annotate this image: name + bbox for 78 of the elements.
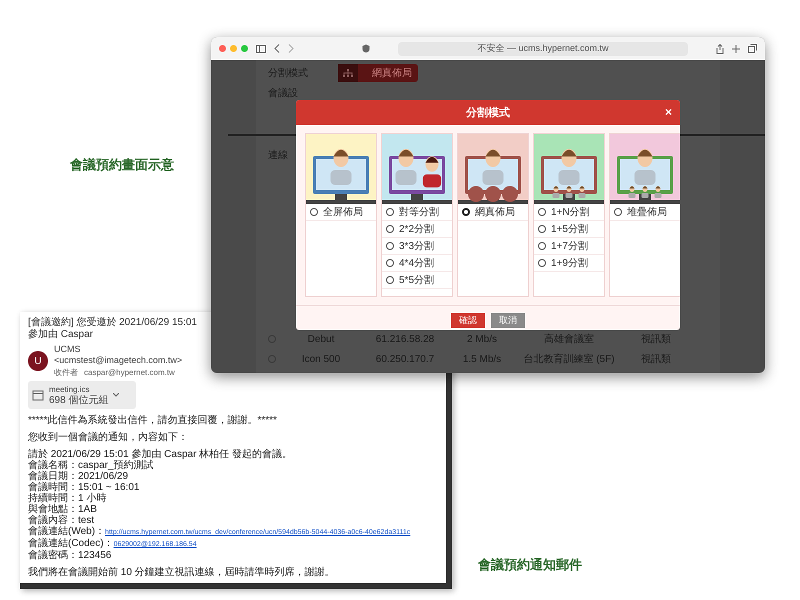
share-icon[interactable] (716, 44, 724, 54)
email-line: 您收到一個會議的通知，內容如下： (28, 432, 189, 443)
layout-option[interactable]: 5*5分割 (382, 272, 452, 289)
video-call-drawing (534, 134, 604, 204)
radio-button[interactable] (538, 259, 546, 267)
email-line: 會議密碼：123456 (28, 550, 112, 561)
layout-option[interactable]: 4*4分割 (382, 255, 452, 272)
radio-button[interactable] (614, 208, 622, 216)
radio-button[interactable] (386, 259, 394, 267)
video-call-drawing (458, 134, 528, 204)
option-label: 3*3分割 (399, 240, 434, 253)
option-label: 1+N分割 (551, 206, 590, 219)
option-label: 對等分割 (399, 206, 439, 219)
radio-button[interactable] (538, 225, 546, 233)
email-line: 會議日期：2021/06/29 (28, 471, 130, 482)
email-line: 持續時間：1 小時 (28, 493, 108, 504)
option-label: 1+7分割 (551, 240, 588, 253)
radio-button[interactable] (386, 225, 394, 233)
option-label: 網真佈局 (475, 206, 515, 219)
layout-option[interactable]: 網真佈局 (458, 204, 528, 221)
option-label: 全屏佈局 (323, 206, 363, 219)
email-line: 會議連結(Codec)： (28, 538, 114, 549)
dialog-title: 分割模式 (466, 106, 510, 120)
layout-option[interactable]: 1+N分割 (534, 204, 604, 221)
recipient-address: caspar@hypernet.com.tw (84, 367, 175, 378)
layout-option[interactable]: 對等分割 (382, 204, 452, 221)
shield-icon (362, 44, 370, 53)
recipient-label: 收件者 (54, 367, 78, 378)
layout-option[interactable]: 全屏佈局 (306, 204, 376, 221)
plus-icon[interactable] (732, 44, 740, 52)
option-label: 1+9分割 (551, 256, 588, 270)
email-line: 請於 2021/06/29 15:01 參加由 Caspar 林柏任 發起的會議。 (28, 449, 293, 460)
attachment-size: 698 個位元組 (49, 395, 108, 406)
radio-button[interactable] (538, 242, 546, 250)
radio-button[interactable] (538, 208, 546, 216)
radio-button[interactable] (386, 208, 394, 216)
layout-option[interactable]: 1+7分割 (534, 238, 604, 255)
email-line: 與會地點：1AB (28, 504, 98, 515)
email-line: 會議內容：test (28, 515, 96, 526)
sender-address: UCMS <ucmstest@imagetech.com.tw> (54, 344, 184, 366)
email-line: 會議時間：15:01 ~ 16:01 (28, 482, 140, 493)
option-label: 4*4分割 (399, 256, 434, 270)
email-line: 會議連結(Web)： (28, 526, 106, 537)
back-icon[interactable] (274, 44, 280, 53)
email-line: *****此信件為系統發出信件，請勿直接回覆，謝謝。***** (28, 415, 278, 426)
radio-button[interactable] (386, 242, 394, 250)
close-icon[interactable] (219, 45, 226, 52)
sender-avatar: U (28, 351, 48, 371)
layout-option[interactable]: 堆疊佈局 (610, 204, 680, 221)
radio-button[interactable] (310, 208, 318, 216)
video-call-drawing (382, 134, 452, 204)
layout-button[interactable]: 網真佈局 (338, 64, 418, 82)
video-call-drawing (306, 134, 376, 204)
chevron-down-icon (113, 393, 120, 397)
option-label: 堆疊佈局 (627, 206, 667, 219)
email-line: 我們將在會議開始前 10 分鐘建立視訊連線，屆時請準時列席，謝謝。 (28, 567, 336, 578)
radio-button[interactable] (386, 276, 394, 284)
email-subject: [會議邀約] 您受邀於 2021/06/29 15:01 參加由 Caspar (28, 317, 198, 341)
tabs-icon[interactable] (748, 44, 757, 53)
radio-button[interactable] (462, 208, 470, 216)
option-label: 2*2分割 (399, 222, 434, 236)
email-line: 會議名稱：caspar_預約測試 (28, 460, 155, 471)
sidebar-icon[interactable] (256, 44, 266, 52)
layout-option[interactable]: 2*2分割 (382, 221, 452, 238)
calendar-icon (32, 389, 44, 401)
attachment-name: meeting.ics (49, 384, 90, 395)
layout-option[interactable]: 3*3分割 (382, 238, 452, 255)
hierarchy-icon (343, 68, 353, 78)
attachment[interactable]: meeting.ics 698 個位元組 (28, 381, 136, 409)
option-label: 1+5分割 (551, 222, 588, 236)
layout-option[interactable]: 1+5分割 (534, 221, 604, 238)
close-button[interactable]: × (664, 105, 672, 119)
confirm-button[interactable]: 確認 (451, 313, 485, 328)
caption: 會議預約通知郵件 (478, 556, 582, 574)
layout-option[interactable]: 1+9分割 (534, 255, 604, 272)
address-bar[interactable]: 不安全 — ucms.hypernet.com.tw (398, 42, 688, 56)
caption: 會議預約畫面示意 (70, 156, 174, 174)
option-label: 5*5分割 (399, 274, 434, 287)
